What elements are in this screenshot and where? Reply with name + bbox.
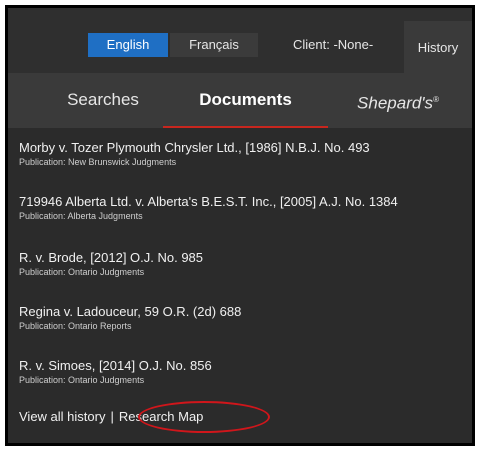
top-bar: English Français Client: -None- History [8,8,472,73]
document-title[interactable]: 719946 Alberta Ltd. v. Alberta's B.E.S.T… [19,194,464,209]
view-all-history-link[interactable]: View all history [19,409,105,424]
document-publication: Publication: Ontario Judgments [19,375,145,385]
history-panel: English Français Client: -None- History … [8,8,472,443]
document-title[interactable]: Regina v. Ladouceur, 59 O.R. (2d) 688 [19,304,464,319]
tab-documents[interactable]: Documents [183,87,308,113]
list-item[interactable]: R. v. Brode, [2012] O.J. No. 985 Publica… [19,250,464,277]
research-map-link[interactable]: Research Map [119,409,204,424]
list-item[interactable]: Morby v. Tozer Plymouth Chrysler Ltd., [… [19,140,464,167]
history-tabs: Searches Documents Shepard's® [8,73,472,128]
tab-shepards-label: Shepard's [357,93,434,113]
panel-frame: English Français Client: -None- History … [5,5,475,446]
history-footer: View all history | Research Map [19,409,203,424]
tab-searches[interactable]: Searches [48,87,158,113]
history-tab[interactable]: History [404,21,472,73]
language-french-button[interactable]: Français [170,33,258,57]
document-publication: Publication: Ontario Judgments [19,267,145,277]
document-title[interactable]: R. v. Simoes, [2014] O.J. No. 856 [19,358,464,373]
list-item[interactable]: Regina v. Ladouceur, 59 O.R. (2d) 688 Pu… [19,304,464,331]
list-item[interactable]: 719946 Alberta Ltd. v. Alberta's B.E.S.T… [19,194,464,221]
document-title[interactable]: Morby v. Tozer Plymouth Chrysler Ltd., [… [19,140,464,155]
active-tab-indicator [163,126,328,128]
document-publication: Publication: Alberta Judgments [19,211,143,221]
tab-shepards[interactable]: Shepard's® [343,87,453,113]
client-selector[interactable]: Client: -None- [293,33,373,57]
document-publication: Publication: New Brunswick Judgments [19,157,177,167]
document-title[interactable]: R. v. Brode, [2012] O.J. No. 985 [19,250,464,265]
registered-mark: ® [433,95,439,104]
document-publication: Publication: Ontario Reports [19,321,132,331]
list-item[interactable]: R. v. Simoes, [2014] O.J. No. 856 Public… [19,358,464,385]
language-english-button[interactable]: English [88,33,168,57]
footer-separator: | [110,409,114,424]
